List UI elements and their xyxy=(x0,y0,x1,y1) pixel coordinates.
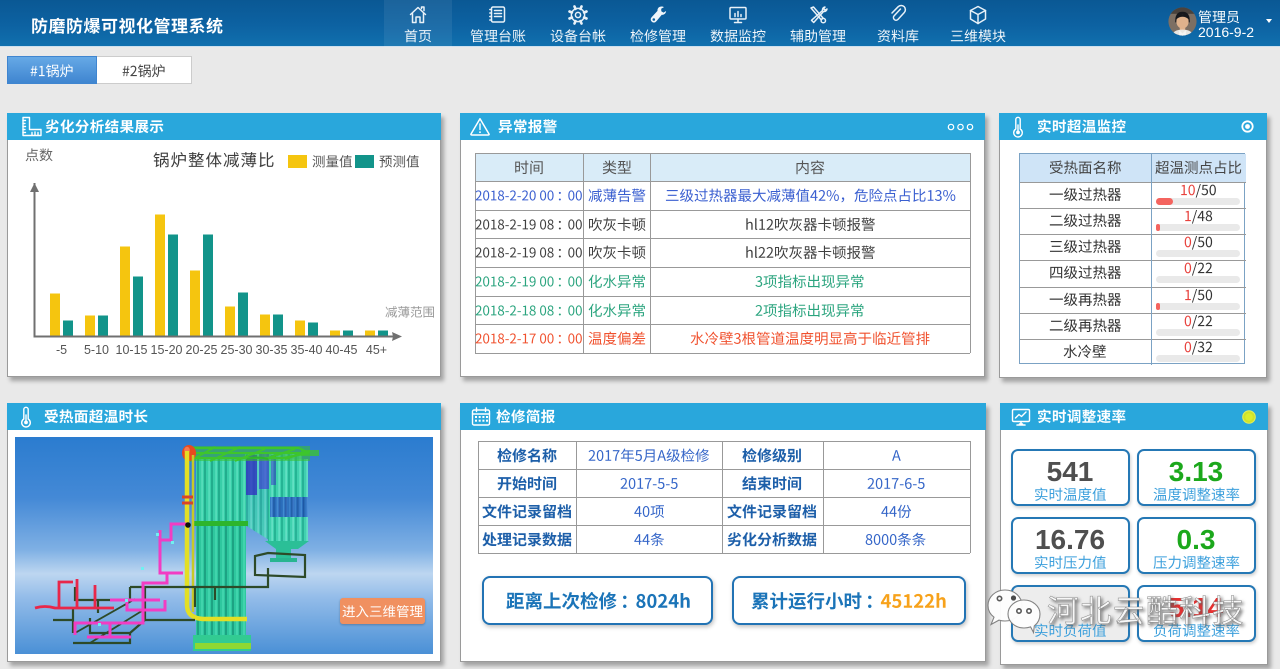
svg-text:25-30: 25-30 xyxy=(221,343,253,357)
svg-text:5-10: 5-10 xyxy=(84,343,109,357)
svg-text:20-25: 20-25 xyxy=(186,343,218,357)
svg-text:30-35: 30-35 xyxy=(256,343,288,357)
svg-text:45+: 45+ xyxy=(366,343,387,357)
svg-text:10-15: 10-15 xyxy=(116,343,148,357)
svg-text:40-45: 40-45 xyxy=(326,343,358,357)
svg-text:-5: -5 xyxy=(56,343,67,357)
svg-text:15-20: 15-20 xyxy=(151,343,183,357)
svg-text:35-40: 35-40 xyxy=(291,343,323,357)
